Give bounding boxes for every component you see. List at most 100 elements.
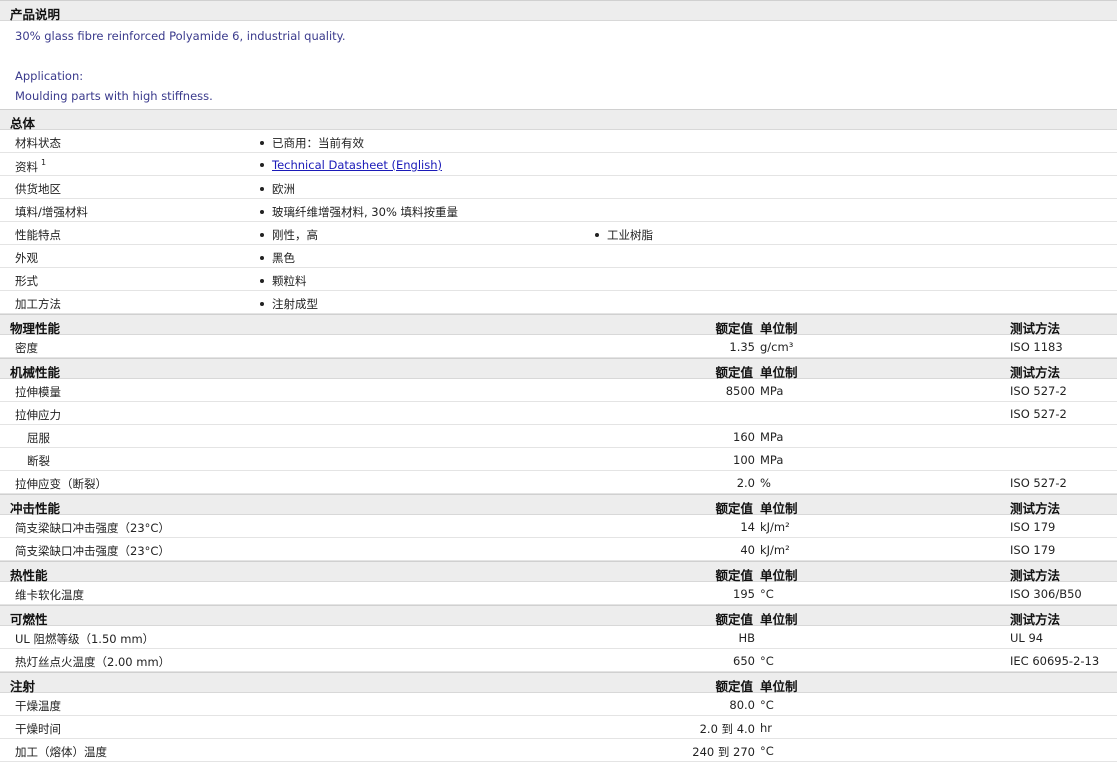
general-row: 形式 颗粒料 — [0, 268, 1117, 291]
general-row-value: 颗粒料 — [260, 273, 307, 289]
property-label: 拉伸模量 — [15, 385, 61, 399]
general-row-value: 刚性，高 — [260, 227, 318, 243]
property-value: 2.0 — [736, 476, 755, 490]
bullet-icon — [260, 187, 264, 191]
general-row-label: 资料 1 — [15, 158, 46, 175]
general-row-value: 注射成型 — [260, 296, 318, 312]
property-test-method: ISO 179 — [1010, 543, 1056, 557]
property-label: 密度 — [15, 341, 38, 355]
property-sections: 物理性能 额定值 单位制 测试方法密度 1.35 g/cm³ ISO 1183 机械性能 额定值… — [0, 314, 1117, 762]
property-label: UL 阻燃等级（1.50 mm） — [15, 632, 155, 646]
general-header: 总体 — [0, 109, 1117, 131]
property-label: 拉伸应力 — [15, 408, 61, 422]
property-value: 160 — [733, 430, 755, 444]
general-row-label: 形式 — [15, 273, 38, 289]
property-label: 简支梁缺口冲击强度（23°C） — [15, 544, 170, 558]
property-label: 断裂 — [27, 454, 50, 468]
general-row-value: Technical Datasheet (English) — [260, 158, 442, 172]
bullet-icon — [595, 233, 599, 237]
property-row: 维卡软化温度 195 °C ISO 306/B50 — [0, 582, 1117, 605]
general-row-label: 材料状态 — [15, 135, 61, 151]
property-test-method: ISO 527-2 — [1010, 476, 1067, 490]
general-row: 材料状态 已商用：当前有效 — [0, 130, 1117, 153]
property-label: 简支梁缺口冲击强度（23°C） — [15, 521, 170, 535]
property-row: 简支梁缺口冲击强度（23°C） 14 kJ/m² ISO 179 — [0, 515, 1117, 538]
general-row-label-text: 形式 — [15, 274, 38, 288]
datasheet-link[interactable]: Technical Datasheet (English) — [272, 158, 442, 172]
description-line — [15, 46, 1103, 66]
bullet-icon — [260, 163, 264, 167]
property-test-method: IEC 60695-2-13 — [1010, 654, 1100, 668]
general-row-value-text: 黑色 — [272, 251, 295, 265]
property-unit: % — [760, 476, 771, 490]
section-header: 可燃性 额定值 单位制 测试方法 — [0, 605, 1117, 627]
property-label: 拉伸应变（断裂） — [15, 477, 107, 491]
general-row: 填料/增强材料 玻璃纤维增强材料, 30% 填料按重量 — [0, 199, 1117, 222]
general-row-label-text: 材料状态 — [15, 136, 61, 150]
property-row: 密度 1.35 g/cm³ ISO 1183 — [0, 335, 1117, 358]
general-row-value: 已商用：当前有效 — [260, 135, 364, 151]
property-value: 14 — [740, 520, 755, 534]
general-row-label: 加工方法 — [15, 296, 61, 312]
section-header: 机械性能 额定值 单位制 测试方法 — [0, 358, 1117, 380]
property-test-method: ISO 527-2 — [1010, 384, 1067, 398]
general-row-label-text: 性能特点 — [15, 228, 61, 242]
property-value: 8500 — [725, 384, 755, 398]
property-row: 断裂 100 MPa — [0, 448, 1117, 471]
general-row-value: 玻璃纤维增强材料, 30% 填料按重量 — [260, 204, 458, 220]
general-row: 外观 黑色 — [0, 245, 1117, 268]
datasheet: 产品说明 30% glass fibre reinforced Polyamid… — [0, 0, 1117, 762]
property-row: 拉伸应变（断裂） 2.0% ISO 527-2 — [0, 471, 1117, 494]
property-value: 40 — [740, 543, 755, 557]
bullet-icon — [260, 302, 264, 306]
property-value: 2.0 到 4.0 — [699, 722, 755, 736]
property-unit: °C — [760, 698, 774, 712]
property-row: 拉伸应力 ISO 527-2 — [0, 402, 1117, 425]
property-value: 80.0 — [729, 698, 755, 712]
property-unit: g/cm³ — [760, 340, 794, 354]
property-unit: hr — [760, 721, 773, 735]
general-row-value: 欧洲 — [260, 181, 295, 197]
property-row: 简支梁缺口冲击强度（23°C） 40 kJ/m² ISO 179 — [0, 538, 1117, 561]
property-unit: kJ/m² — [760, 543, 790, 557]
property-label: 屈服 — [27, 431, 50, 445]
general-row-label-text: 资料 — [15, 160, 38, 174]
general-row-label: 外观 — [15, 250, 38, 266]
property-test-method: ISO 1183 — [1010, 340, 1063, 354]
description-body: 30% glass fibre reinforced Polyamide 6, … — [0, 21, 1117, 109]
section-header: 冲击性能 额定值 单位制 测试方法 — [0, 494, 1117, 516]
property-row: 加工（熔体）温度 240 到 270 °C — [0, 739, 1117, 762]
property-label: 维卡软化温度 — [15, 588, 84, 602]
property-test-method: ISO 179 — [1010, 520, 1056, 534]
property-value: 195 — [733, 587, 755, 601]
section-header: 物理性能 额定值 单位制 测试方法 — [0, 314, 1117, 336]
footnote-marker: 1 — [41, 158, 47, 167]
general-row: 性能特点 刚性，高 工业树脂 — [0, 222, 1117, 245]
property-unit: kJ/m² — [760, 520, 790, 534]
general-row-value-text: 工业树脂 — [607, 228, 653, 242]
general-row: 供货地区 欧洲 — [0, 176, 1117, 199]
general-row-label-text: 供货地区 — [15, 182, 61, 196]
property-label: 干燥时间 — [15, 722, 61, 736]
property-row: 干燥温度 80.0 °C — [0, 693, 1117, 716]
general-row-label: 供货地区 — [15, 181, 61, 197]
bullet-icon — [260, 141, 264, 145]
property-value: 240 到 270 — [692, 745, 755, 759]
property-row: UL 阻燃等级（1.50 mm） HB UL 94 — [0, 626, 1117, 649]
property-value: 100 — [733, 453, 755, 467]
property-test-method: ISO 306/B50 — [1010, 587, 1082, 601]
property-unit: °C — [760, 654, 774, 668]
property-test-method: ISO 527-2 — [1010, 407, 1067, 421]
description-header: 产品说明 — [0, 0, 1117, 22]
general-row-value-text: 颗粒料 — [272, 274, 307, 288]
property-label: 干燥温度 — [15, 699, 61, 713]
section-header: 热性能 额定值 单位制 测试方法 — [0, 561, 1117, 583]
property-unit: MPa — [760, 430, 784, 444]
general-row-label: 性能特点 — [15, 227, 61, 243]
general-row-value-text: 欧洲 — [272, 182, 295, 196]
general-row-label-text: 加工方法 — [15, 297, 61, 311]
property-unit: MPa — [760, 453, 784, 467]
general-row-value: 黑色 — [260, 250, 295, 266]
section-header: 注射 额定值 单位制 — [0, 672, 1117, 694]
property-value: 1.35 — [729, 340, 755, 354]
